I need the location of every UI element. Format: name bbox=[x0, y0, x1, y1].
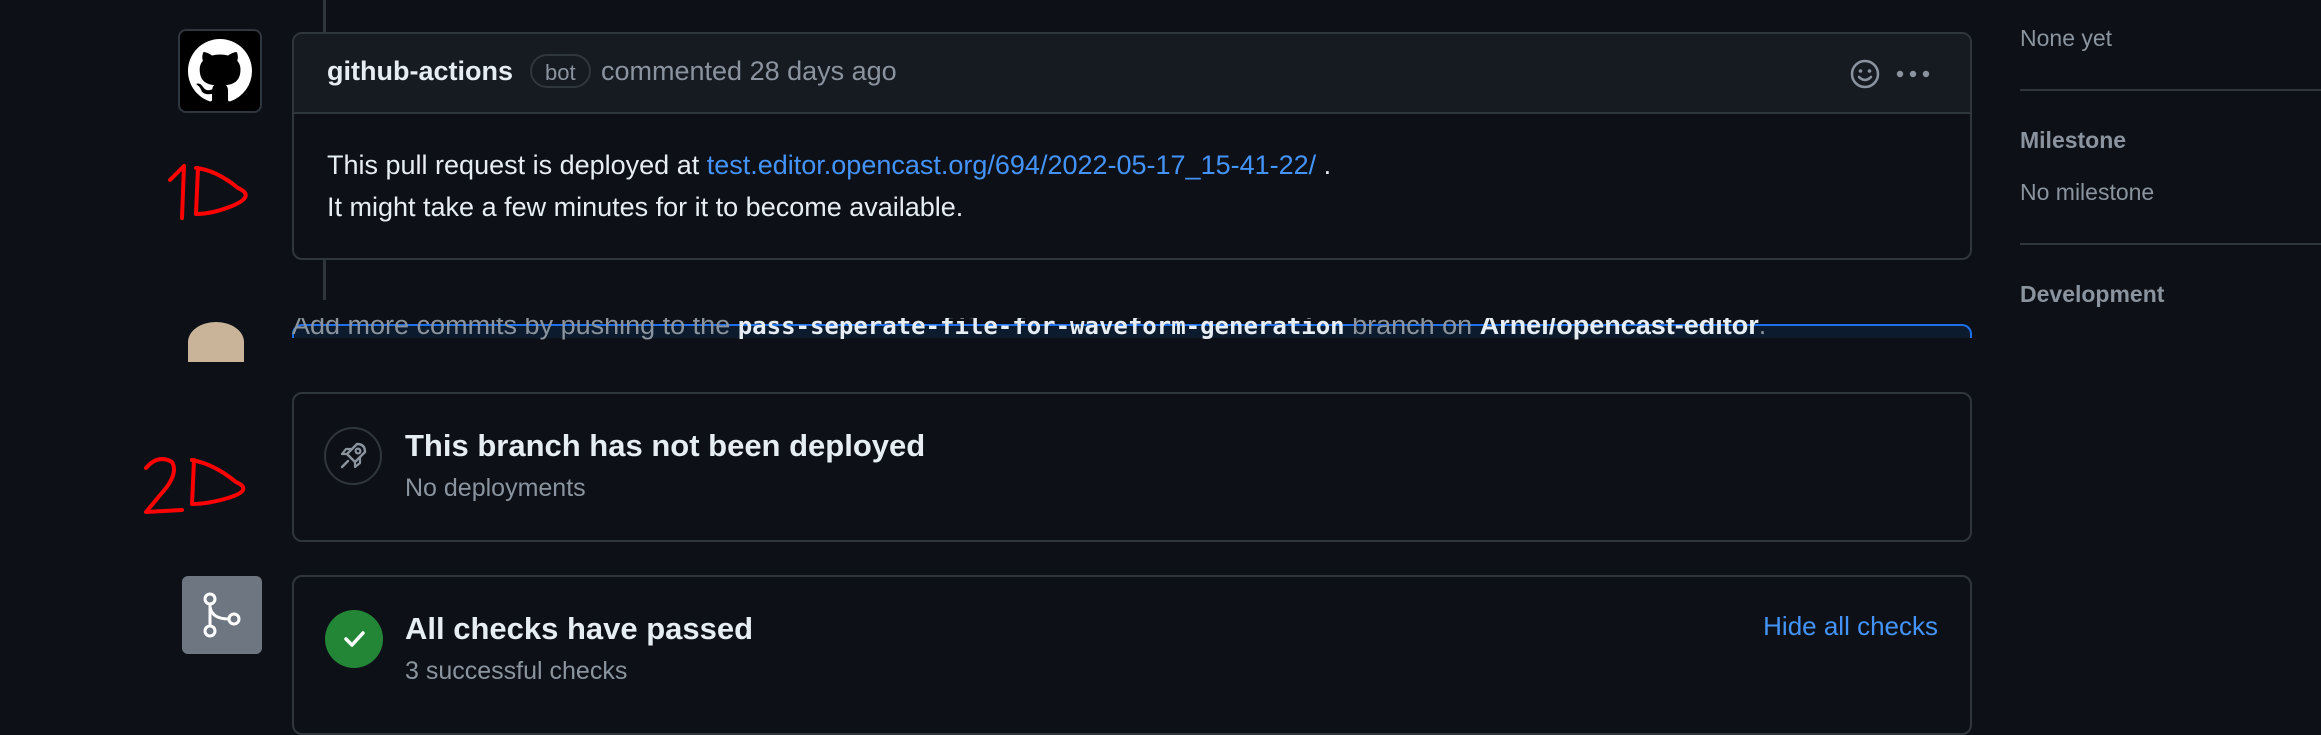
sidebar-divider bbox=[2020, 89, 2321, 91]
check-icon bbox=[344, 631, 365, 647]
merge-hint-text: Add more commits by pushing to the pass-… bbox=[292, 318, 1992, 340]
repo-name[interactable]: Arnei/opencast-editor bbox=[1480, 318, 1759, 340]
checks-title: All checks have passed bbox=[405, 611, 754, 646]
deployment-status-box: This branch has not been deployed No dep… bbox=[292, 392, 1972, 542]
deployment-link[interactable]: test.editor.opencast.org/694/2022-05-17_… bbox=[707, 150, 1316, 180]
checks-passed-badge bbox=[325, 610, 383, 668]
milestone-value: No milestone bbox=[2020, 179, 2155, 205]
sidebar-divider bbox=[2020, 243, 2321, 245]
add-reaction-button[interactable] bbox=[1849, 58, 1881, 95]
merge-status-icon-box bbox=[182, 576, 262, 654]
merge-hint-middle: branch on bbox=[1344, 318, 1480, 340]
checks-status-box: All checks have passed 3 successful chec… bbox=[292, 575, 1972, 735]
rocket-badge bbox=[324, 427, 382, 485]
comment-options-button[interactable] bbox=[1894, 58, 1932, 95]
bot-comment: github-actions bot commented 28 days ago… bbox=[292, 32, 1972, 260]
reviewers-value: None yet bbox=[2020, 25, 2113, 51]
rocket-icon bbox=[340, 442, 367, 469]
checks-subtitle: 3 successful checks bbox=[405, 657, 628, 685]
merge-hint-suffix: . bbox=[1758, 318, 1767, 340]
git-branch-icon bbox=[203, 592, 241, 638]
annotation-marker-2 bbox=[144, 457, 246, 514]
development-heading[interactable]: Development bbox=[2020, 281, 2164, 308]
github-actions-avatar[interactable] bbox=[178, 29, 262, 113]
bot-badge: bot bbox=[530, 54, 591, 88]
comment-line-1: This pull request is deployed at test.ed… bbox=[327, 144, 1331, 186]
kebab-horizontal-icon bbox=[1896, 70, 1930, 78]
comment-author-link[interactable]: github-actions bbox=[327, 56, 513, 87]
milestone-heading[interactable]: Milestone bbox=[2020, 127, 2126, 154]
comment-timestamp[interactable]: commented 28 days ago bbox=[601, 56, 897, 87]
hide-all-checks-button[interactable]: Hide all checks bbox=[1763, 611, 1938, 642]
comment-body: This pull request is deployed at test.ed… bbox=[327, 144, 1331, 228]
deployment-subtitle: No deployments bbox=[405, 474, 586, 502]
branch-name: pass-seperate-file-for-waveform-generati… bbox=[737, 318, 1345, 340]
comment-header: github-actions bot commented 28 days ago bbox=[294, 34, 1970, 114]
comment-text-prefix: This pull request is deployed at bbox=[327, 150, 707, 180]
comment-line-2: It might take a few minutes for it to be… bbox=[327, 192, 964, 222]
deployment-title: This branch has not been deployed bbox=[405, 428, 926, 463]
annotation-marker-1 bbox=[168, 164, 248, 220]
smiley-icon bbox=[1850, 59, 1880, 89]
merge-hint-prefix: Add more commits by pushing to the bbox=[292, 318, 738, 340]
user-avatar[interactable] bbox=[188, 322, 244, 362]
github-logo-icon bbox=[188, 39, 252, 102]
comment-text-suffix: . bbox=[1316, 150, 1332, 180]
